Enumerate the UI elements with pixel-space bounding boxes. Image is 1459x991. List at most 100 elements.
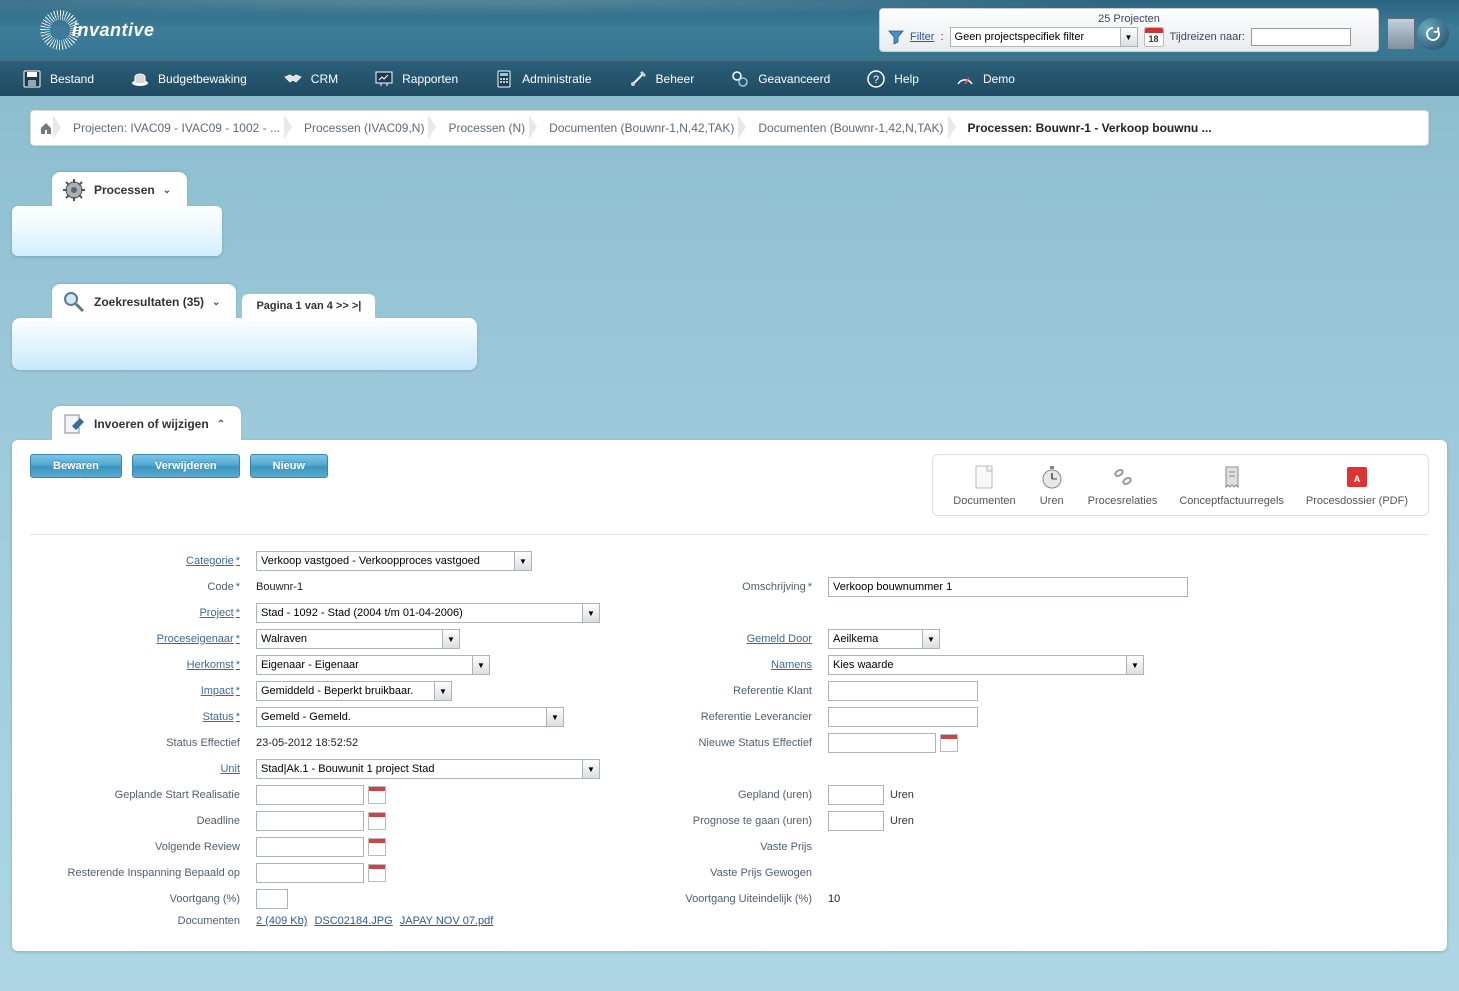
impact-dropdown-btn[interactable]: ▼ xyxy=(434,681,452,701)
handshake-icon xyxy=(283,69,303,89)
proceseigenaar-select[interactable] xyxy=(256,629,442,649)
breadcrumb-item[interactable]: Documenten (Bouwnr-1,N,42,TAK) xyxy=(535,121,744,135)
label-vaste-prijs-gewogen: Vaste Prijs Gewogen xyxy=(632,867,812,879)
label-referentie-klant: Referentie Klant xyxy=(632,685,812,697)
save-disk-icon xyxy=(22,69,42,89)
menu-rapporten[interactable]: Rapporten xyxy=(356,61,476,96)
tab-zoekresultaten[interactable]: Zoekresultaten (35) ⌄ xyxy=(52,284,236,318)
label-gepland-uren: Gepland (uren) xyxy=(632,789,812,801)
ql-uren[interactable]: Uren xyxy=(1038,463,1066,507)
chevron-up-icon: ⌃ xyxy=(217,419,225,430)
ql-procesdossier[interactable]: A Procesdossier (PDF) xyxy=(1306,463,1408,507)
ql-procesrelaties[interactable]: Procesrelaties xyxy=(1088,463,1158,507)
resterende-input[interactable] xyxy=(256,863,364,883)
menu-budgetbewaking[interactable]: Budgetbewaking xyxy=(112,61,265,96)
doc-link-count[interactable]: 2 (409 Kb) xyxy=(256,915,307,927)
breadcrumb-item[interactable]: Processen (N) xyxy=(434,121,535,135)
filter-dropdown-btn[interactable]: ▼ xyxy=(1120,27,1138,47)
gemeld-door-select[interactable] xyxy=(828,629,922,649)
label-gemeld-door: Gemeld Door xyxy=(632,633,812,645)
project-dropdown-btn[interactable]: ▼ xyxy=(582,603,600,623)
filter-label[interactable]: Filter xyxy=(910,31,934,43)
calendar-btn[interactable] xyxy=(368,812,386,830)
unit-select[interactable] xyxy=(256,759,582,779)
svg-text:?: ? xyxy=(873,74,879,86)
doc-link-file[interactable]: JAPAY NOV 07.pdf xyxy=(400,915,494,927)
tab-invoeren[interactable]: Invoeren of wijzigen ⌃ xyxy=(52,406,241,440)
verwijderen-button[interactable]: Verwijderen xyxy=(132,454,240,478)
referentie-leverancier-input[interactable] xyxy=(828,707,978,727)
gears-icon xyxy=(730,69,750,89)
menu-administratie[interactable]: Administratie xyxy=(476,61,609,96)
deadline-input[interactable] xyxy=(256,811,364,831)
filter-panel: 25 Projecten Filter: ▼ 18 Tijdreizen naa… xyxy=(879,8,1379,52)
label-project: Project* xyxy=(40,607,240,619)
nieuwe-status-effectief-input[interactable] xyxy=(828,733,936,753)
tijdreizen-input[interactable] xyxy=(1251,28,1351,46)
label-resterende: Resterende Inspanning Bepaald op xyxy=(40,867,240,879)
refresh-icon[interactable] xyxy=(1417,18,1449,50)
gauge-icon xyxy=(955,69,975,89)
ql-documenten[interactable]: Documenten xyxy=(953,463,1015,507)
menu-beheer[interactable]: Beheer xyxy=(610,61,713,96)
menu-help[interactable]: ? Help xyxy=(848,61,937,96)
voortgang-input[interactable] xyxy=(256,889,288,909)
label-prognose: Prognose te gaan (uren) xyxy=(632,815,812,827)
calendar-icon[interactable]: 18 xyxy=(1144,27,1164,47)
bewaren-button[interactable]: Bewaren xyxy=(30,454,122,478)
menu-crm[interactable]: CRM xyxy=(265,61,356,96)
breadcrumb-item[interactable]: Documenten (Bouwnr-1,42,N,TAK) xyxy=(744,121,953,135)
gemeld-door-dropdown-btn[interactable]: ▼ xyxy=(922,629,940,649)
volgende-review-input[interactable] xyxy=(256,837,364,857)
chart-board-icon xyxy=(374,69,394,89)
status-dropdown-btn[interactable]: ▼ xyxy=(546,707,564,727)
calendar-btn[interactable] xyxy=(368,864,386,882)
adobe-pdf-icon: A xyxy=(1343,463,1371,491)
tab-processen[interactable]: Processen ⌄ xyxy=(52,172,187,206)
namens-dropdown-btn[interactable]: ▼ xyxy=(1126,655,1144,675)
filter-select[interactable] xyxy=(950,27,1120,47)
categorie-select[interactable] xyxy=(256,551,514,571)
home-icon[interactable] xyxy=(39,121,53,135)
referentie-klant-input[interactable] xyxy=(828,681,978,701)
label-geplande-start: Geplande Start Realisatie xyxy=(40,789,240,801)
document-icon xyxy=(970,463,998,491)
breadcrumb-item[interactable]: Projecten: IVAC09 - IVAC09 - 1002 - ... xyxy=(59,121,290,135)
breadcrumb-item-current: Processen: Bouwnr-1 - Verkoop bouwnu ... xyxy=(954,121,1222,135)
gepland-uren-input[interactable] xyxy=(828,785,884,805)
tools-icon xyxy=(628,69,648,89)
unit-dropdown-btn[interactable]: ▼ xyxy=(582,759,600,779)
menu-bar: Bestand Budgetbewaking CRM Rapporten Adm… xyxy=(0,60,1459,96)
ql-conceptfactuurregels[interactable]: Conceptfactuurregels xyxy=(1179,463,1284,507)
logo: invantive xyxy=(40,10,155,50)
calendar-btn[interactable] xyxy=(940,734,958,752)
menu-bestand[interactable]: Bestand xyxy=(4,61,112,96)
label-volgende-review: Volgende Review xyxy=(40,841,240,853)
building-icon[interactable] xyxy=(1387,18,1415,50)
status-select[interactable] xyxy=(256,707,546,727)
menu-geavanceerd[interactable]: Geavanceerd xyxy=(712,61,848,96)
doc-link-file[interactable]: DSC02184.JPG xyxy=(314,915,392,927)
namens-select[interactable] xyxy=(828,655,1126,675)
proceseigenaar-dropdown-btn[interactable]: ▼ xyxy=(442,629,460,649)
herkomst-dropdown-btn[interactable]: ▼ xyxy=(472,655,490,675)
breadcrumb-item[interactable]: Processen (IVAC09,N) xyxy=(290,121,435,135)
omschrijving-input[interactable] xyxy=(828,577,1188,597)
geplande-start-input[interactable] xyxy=(256,785,364,805)
pagination[interactable]: Pagina 1 van 4 >> >| xyxy=(242,294,375,318)
herkomst-select[interactable] xyxy=(256,655,472,675)
menu-demo[interactable]: Demo xyxy=(937,61,1033,96)
nieuw-button[interactable]: Nieuw xyxy=(250,454,328,478)
label-proceseigenaar: Proceseigenaar* xyxy=(40,633,240,645)
funnel-icon xyxy=(888,29,904,45)
impact-select[interactable] xyxy=(256,681,434,701)
calendar-btn[interactable] xyxy=(368,786,386,804)
svg-text:A: A xyxy=(1354,474,1361,484)
categorie-dropdown-btn[interactable]: ▼ xyxy=(514,551,532,571)
quick-links: Documenten Uren Procesrelaties Conceptfa… xyxy=(932,454,1429,516)
label-categorie: Categorie* xyxy=(40,555,240,567)
prognose-input[interactable] xyxy=(828,811,884,831)
calendar-btn[interactable] xyxy=(368,838,386,856)
project-select[interactable] xyxy=(256,603,582,623)
label-documenten: Documenten xyxy=(40,915,240,927)
